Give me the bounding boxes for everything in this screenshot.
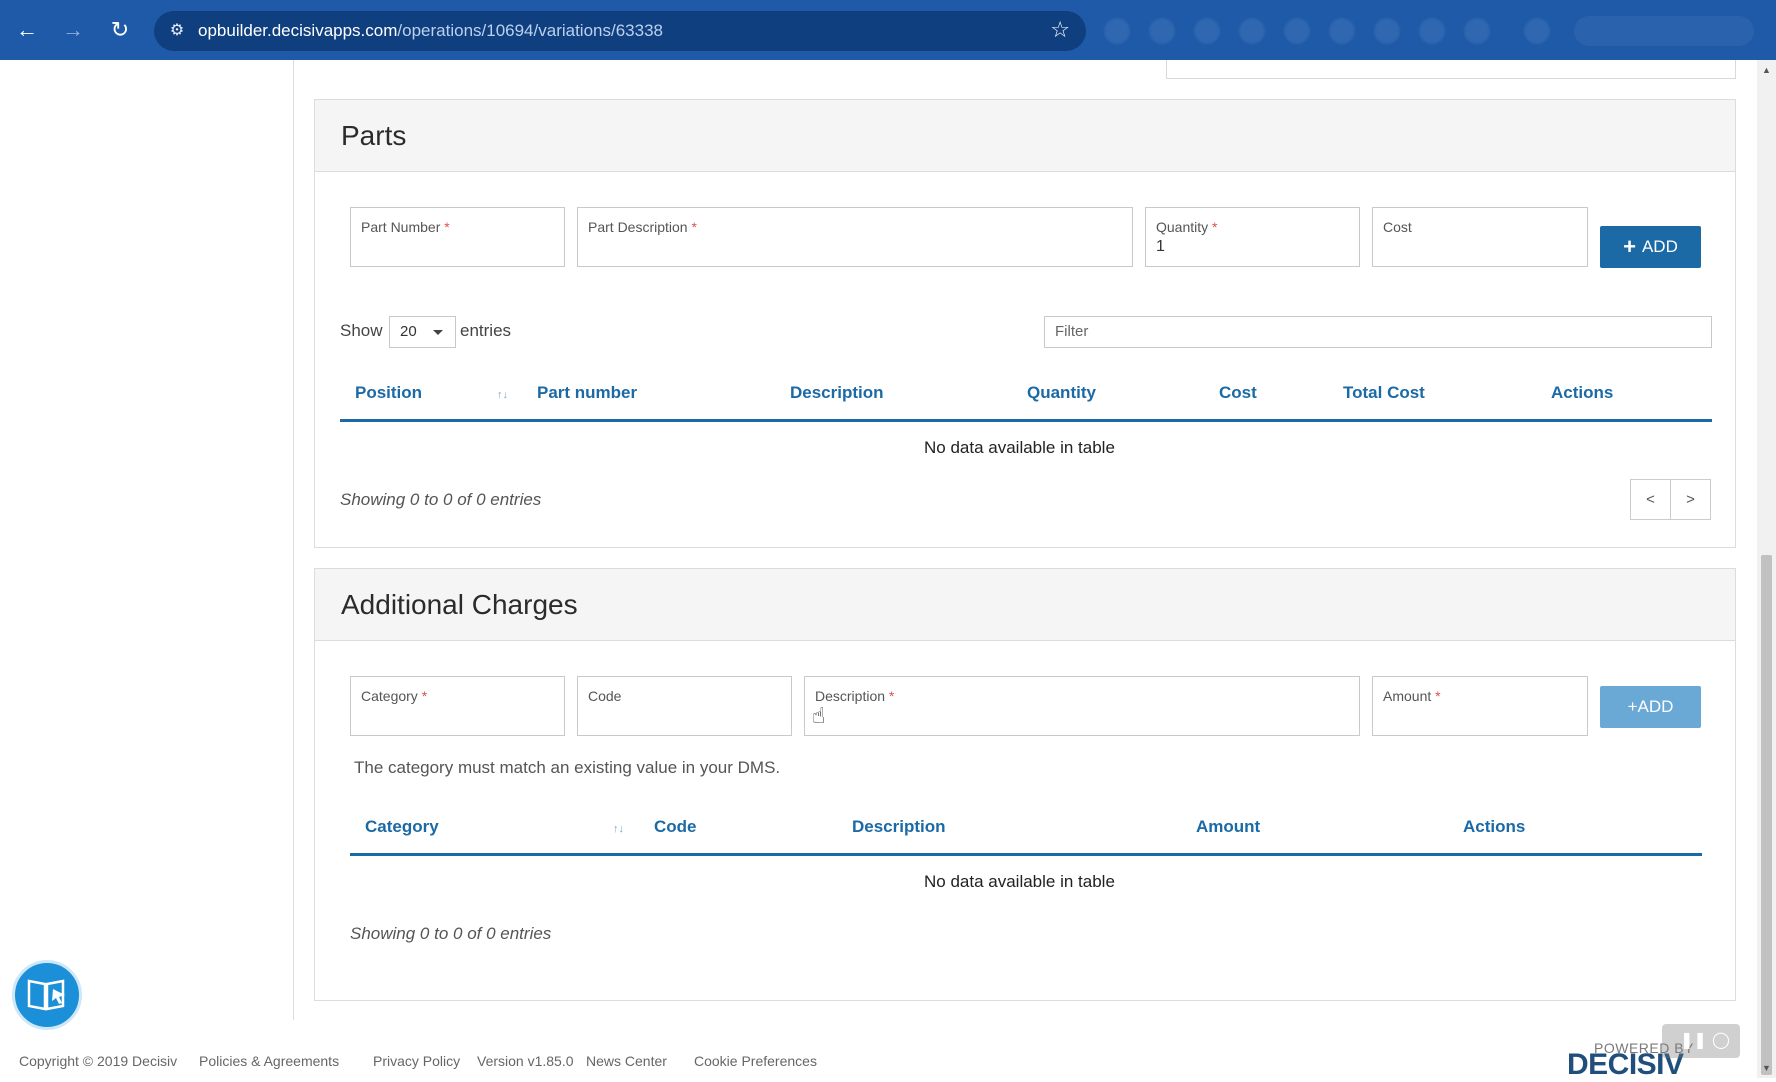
cost-field[interactable]: Cost	[1372, 207, 1588, 267]
entries-label: entries	[460, 321, 512, 340]
book-cursor-icon	[27, 979, 65, 1011]
mute-icon[interactable]: ◯	[1712, 1030, 1730, 1050]
site-settings-icon[interactable]: ⚙	[166, 20, 188, 42]
bookmark-star-icon[interactable]: ☆	[1050, 18, 1070, 42]
policies-link[interactable]: Policies & Agreements	[199, 1053, 339, 1069]
profile-chip[interactable]	[1574, 16, 1754, 46]
category-field[interactable]: Category *	[350, 676, 565, 736]
page-size-value: 20	[400, 323, 417, 340]
column-header-position[interactable]: Position	[355, 383, 422, 403]
table-header-divider	[340, 419, 1712, 422]
scroll-thumb[interactable]	[1761, 555, 1772, 1075]
news-center-link[interactable]: News Center	[586, 1053, 667, 1069]
page-scrollbar[interactable]: ▲ ▼	[1757, 60, 1776, 1078]
amount-field[interactable]: Amount *	[1372, 676, 1588, 736]
copyright-text: Copyright © 2019 Decisiv	[19, 1053, 178, 1069]
url-text[interactable]: opbuilder.decisivapps.com/operations/106…	[198, 21, 663, 41]
extension-icon[interactable]	[1419, 18, 1445, 44]
extension-icon[interactable]	[1284, 18, 1310, 44]
extension-icon[interactable]	[1104, 18, 1130, 44]
amount-label: Amount *	[1383, 688, 1441, 704]
extension-icon[interactable]	[1149, 18, 1175, 44]
profile-avatar-icon[interactable]	[1524, 18, 1550, 44]
column-header-category[interactable]: Category	[365, 817, 439, 837]
forward-icon[interactable]: →	[61, 18, 85, 42]
pause-icon[interactable]: ❚❚	[1680, 1030, 1707, 1050]
part-description-label: Part Description *	[588, 219, 697, 235]
extension-icon[interactable]	[1464, 18, 1490, 44]
parts-title: Parts	[341, 120, 407, 151]
parts-showing-info: Showing 0 to 0 of 0 entries	[340, 490, 542, 509]
charges-showing-info: Showing 0 to 0 of 0 entries	[350, 924, 552, 943]
part-number-field[interactable]: Part Number *	[350, 207, 565, 267]
plus-icon: +	[1623, 234, 1636, 259]
scroll-up-icon[interactable]: ▲	[1760, 64, 1773, 77]
extension-icon[interactable]	[1194, 18, 1220, 44]
column-header-part-number[interactable]: Part number	[537, 383, 637, 403]
extension-icon[interactable]	[1239, 18, 1265, 44]
show-label: Show	[340, 321, 383, 340]
column-header-code[interactable]: Code	[654, 817, 697, 837]
cookie-preferences-link[interactable]: Cookie Preferences	[694, 1053, 817, 1069]
quantity-value: 1	[1156, 238, 1165, 255]
page-size-select[interactable]: 20	[389, 316, 456, 348]
parts-card-header: Parts	[315, 100, 1735, 172]
sort-icon[interactable]: ↑↓	[497, 389, 508, 401]
charges-empty-message: No data available in table	[924, 872, 1115, 891]
column-header-actions: Actions	[1463, 817, 1526, 836]
additional-charges-header: Additional Charges	[315, 569, 1735, 641]
previous-section-input[interactable]	[1166, 60, 1736, 79]
column-header-quantity[interactable]: Quantity	[1027, 383, 1096, 403]
table-header-divider	[350, 853, 1702, 856]
next-page-button[interactable]: >	[1670, 479, 1711, 520]
part-description-field[interactable]: Part Description *	[577, 207, 1133, 267]
column-header-total-cost[interactable]: Total Cost	[1343, 383, 1425, 403]
column-header-description[interactable]: Description	[790, 383, 884, 403]
additional-charges-title: Additional Charges	[341, 589, 578, 620]
add-charge-label: +ADD	[1627, 697, 1674, 716]
parts-empty-message: No data available in table	[924, 438, 1115, 457]
column-header-cost[interactable]: Cost	[1219, 383, 1257, 403]
chevron-down-icon	[433, 330, 443, 335]
address-bar[interactable]: ⚙ opbuilder.decisivapps.com/operations/1…	[154, 11, 1086, 51]
extension-icon[interactable]	[1329, 18, 1355, 44]
add-part-button[interactable]: + ADD	[1600, 226, 1701, 268]
privacy-link[interactable]: Privacy Policy	[373, 1053, 460, 1069]
extension-icon[interactable]	[1374, 18, 1400, 44]
add-part-label: ADD	[1641, 237, 1678, 256]
quantity-label: Quantity *	[1156, 219, 1218, 235]
additional-charges-card: Additional Charges Category * Code Descr…	[314, 568, 1736, 1001]
column-header-actions: Actions	[1551, 383, 1614, 402]
category-hint: The category must match an existing valu…	[354, 758, 781, 777]
filter-input[interactable]: Filter	[1044, 316, 1712, 348]
browser-toolbar: ← → ↻ ⚙ opbuilder.decisivapps.com/operat…	[0, 0, 1776, 60]
code-label: Code	[588, 688, 622, 704]
column-header-amount[interactable]: Amount	[1196, 817, 1260, 837]
add-charge-button[interactable]: +ADD	[1600, 686, 1701, 728]
scroll-down-icon[interactable]: ▼	[1760, 1062, 1773, 1075]
back-icon[interactable]: ←	[15, 18, 39, 42]
filter-placeholder: Filter	[1055, 323, 1089, 340]
floating-toolbar: ❚❚ ◯	[1662, 1024, 1740, 1058]
hand-cursor-icon: ☝	[812, 703, 826, 728]
previous-page-button[interactable]: <	[1630, 479, 1671, 520]
extensions-area	[1104, 12, 1764, 50]
charge-description-field[interactable]: Description *	[804, 676, 1360, 736]
reload-icon[interactable]: ↻	[108, 18, 132, 42]
charge-description-label: Description *	[815, 688, 895, 704]
help-book-button[interactable]	[12, 960, 82, 1030]
cost-label: Cost	[1383, 219, 1412, 235]
category-label: Category *	[361, 688, 428, 704]
column-header-description[interactable]: Description	[852, 817, 946, 837]
code-field[interactable]: Code	[577, 676, 792, 736]
sort-icon[interactable]: ↑↓	[613, 823, 624, 835]
page-footer: Copyright © 2019 Decisiv Policies & Agre…	[0, 1038, 1757, 1078]
left-sidebar	[0, 60, 294, 1020]
version-text: Version v1.85.0	[477, 1053, 574, 1069]
parts-card: Parts Part Number * Part Description * Q…	[314, 99, 1736, 548]
part-number-label: Part Number *	[361, 219, 450, 235]
quantity-field[interactable]: Quantity * 1	[1145, 207, 1360, 267]
